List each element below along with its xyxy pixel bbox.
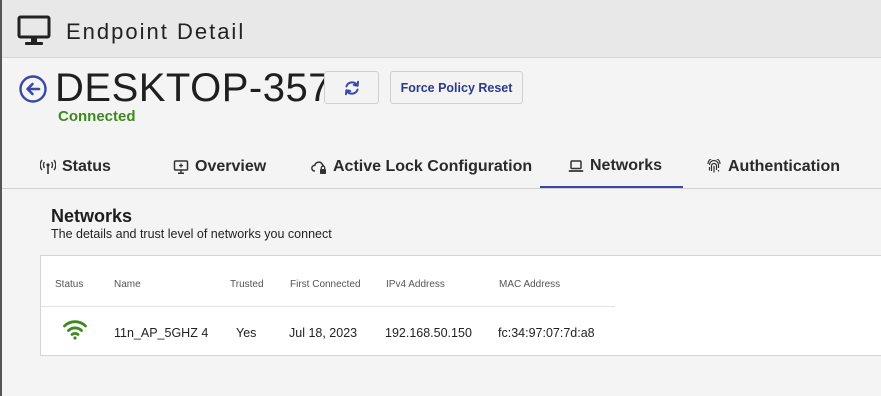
tab-bar: Status Overview Active Lock Configuratio…	[2, 146, 881, 189]
table-header-divider	[41, 306, 615, 307]
window-edge	[0, 0, 2, 396]
fingerprint-icon	[707, 159, 721, 173]
column-header-first-connected[interactable]: First Connected	[290, 279, 361, 290]
tab-networks[interactable]: Networks	[540, 146, 683, 188]
column-header-trusted[interactable]: Trusted	[230, 279, 264, 290]
monitor-icon	[17, 15, 51, 45]
column-header-name[interactable]: Name	[114, 279, 141, 290]
tab-label: Authentication	[728, 158, 840, 175]
refresh-button[interactable]	[324, 71, 379, 104]
column-header-mac-address[interactable]: MAC Address	[499, 279, 560, 290]
tab-label: Status	[62, 158, 111, 175]
refresh-icon	[344, 80, 359, 95]
cloud-lock-icon	[311, 161, 326, 174]
network-mac-address: fc:34:97:07:7d:a8	[498, 326, 595, 340]
network-ipv4-address: 192.168.50.150	[385, 326, 472, 340]
column-header-status[interactable]: Status	[55, 279, 83, 290]
laptop-icon	[568, 160, 584, 172]
force-policy-reset-button[interactable]: Force Policy Reset	[390, 71, 523, 104]
network-name: 11n_AP_5GHZ 4	[114, 326, 209, 340]
tab-status[interactable]: Status	[40, 146, 111, 188]
wifi-icon	[63, 320, 87, 340]
tab-label: Overview	[195, 158, 267, 175]
column-header-ipv4-address[interactable]: IPv4 Address	[386, 279, 445, 290]
tab-label: Networks	[590, 157, 663, 174]
back-arrow-icon[interactable]	[18, 74, 48, 104]
device-name: DESKTOP-357	[55, 66, 331, 110]
section-title: Networks	[51, 206, 133, 226]
monitor-icon	[173, 160, 189, 174]
page-header: Endpoint Detail	[2, 0, 881, 58]
tab-authentication[interactable]: Authentication	[706, 146, 840, 188]
network-first-connected: Jul 18, 2023	[289, 326, 358, 340]
page-title: Endpoint Detail	[66, 19, 246, 44]
tab-overview[interactable]: Overview	[173, 146, 266, 188]
connection-status: Connected	[58, 108, 136, 125]
tab-label: Active Lock Configuration	[333, 158, 533, 175]
tab-active-lock-configuration[interactable]: Active Lock Configuration	[311, 146, 532, 188]
section-description: The details and trust level of networks …	[51, 227, 332, 241]
antenna-icon	[40, 159, 56, 174]
network-trusted: Yes	[236, 326, 257, 340]
